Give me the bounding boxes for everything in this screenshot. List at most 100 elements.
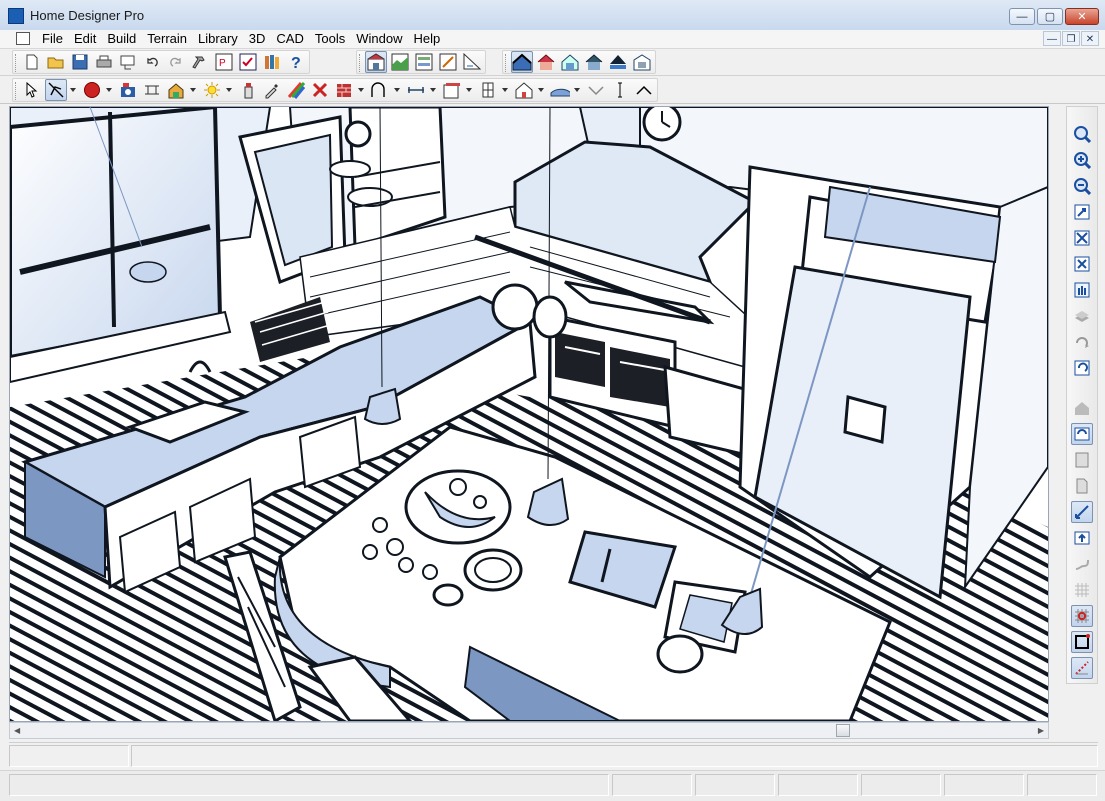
paint-sprayer-button[interactable] xyxy=(237,79,259,101)
arc-line-dropdown[interactable] xyxy=(393,79,401,101)
doc-restore-button[interactable]: ❐ xyxy=(1062,31,1080,46)
zoom-button[interactable] xyxy=(1071,123,1093,145)
scroll-left-icon[interactable]: ◀ xyxy=(14,726,20,735)
image-insert-button[interactable] xyxy=(165,79,187,101)
dimension-button[interactable] xyxy=(141,79,163,101)
print-preview-button[interactable] xyxy=(117,51,139,73)
doc-minimize-button[interactable]: — xyxy=(1043,31,1061,46)
select-objects-button[interactable] xyxy=(21,79,43,101)
open-button[interactable] xyxy=(45,51,67,73)
toolbar-grip[interactable] xyxy=(359,54,362,72)
snap-point-button[interactable] xyxy=(1071,631,1093,653)
menu-cad[interactable]: CAD xyxy=(272,31,307,47)
measure-button[interactable] xyxy=(405,79,427,101)
undo-button[interactable] xyxy=(141,51,163,73)
minimize-button[interactable]: — xyxy=(1009,8,1035,25)
menu-terrain[interactable]: Terrain xyxy=(143,31,191,47)
fill-window-button[interactable] xyxy=(1071,227,1093,249)
elevation-view-button[interactable] xyxy=(413,51,435,73)
new-file-button[interactable] xyxy=(21,51,43,73)
toolbar-grip[interactable] xyxy=(505,54,508,72)
delete-object-button[interactable] xyxy=(309,79,331,101)
doc-close-button[interactable]: ✕ xyxy=(1081,31,1099,46)
menu-window[interactable]: Window xyxy=(352,31,406,47)
document-menu-icon[interactable] xyxy=(16,32,30,45)
measure-dropdown[interactable] xyxy=(429,79,437,101)
cabinet-dropdown[interactable] xyxy=(465,79,473,101)
library-button[interactable] xyxy=(261,51,283,73)
edit-tool-button[interactable] xyxy=(45,79,67,101)
materials-list-button[interactable] xyxy=(631,51,653,73)
menu-file[interactable]: File xyxy=(38,31,67,47)
maximize-button[interactable]: ▢ xyxy=(1037,8,1063,25)
house-dropdown[interactable] xyxy=(537,79,545,101)
build-tool-button[interactable] xyxy=(189,51,211,73)
menu-3d[interactable]: 3D xyxy=(245,31,270,47)
edit-tool-dropdown[interactable] xyxy=(69,79,77,101)
menu-tools[interactable]: Tools xyxy=(311,31,349,47)
brick-wall-button[interactable] xyxy=(333,79,355,101)
sun-light-button[interactable] xyxy=(201,79,223,101)
toolbar-grip[interactable] xyxy=(15,54,18,72)
page-button[interactable] xyxy=(1071,449,1093,471)
menu-build[interactable]: Build xyxy=(103,31,140,47)
spring-button[interactable] xyxy=(1071,553,1093,575)
roof-overview-button[interactable] xyxy=(607,51,629,73)
house-view-button[interactable] xyxy=(1071,397,1093,419)
scrollbar-thumb[interactable] xyxy=(836,724,850,737)
layout-view-button[interactable] xyxy=(437,51,459,73)
menu-library[interactable]: Library xyxy=(194,31,242,47)
redo-button[interactable] xyxy=(165,51,187,73)
scroll-right-icon[interactable]: ▶ xyxy=(1038,726,1044,735)
chevron-down-button[interactable] xyxy=(585,79,607,101)
perspective-house-button[interactable] xyxy=(583,51,605,73)
zoom-out-button[interactable] xyxy=(1071,175,1093,197)
save-button[interactable] xyxy=(69,51,91,73)
horizontal-scrollbar[interactable]: ◀ ▶ xyxy=(9,722,1049,739)
circle-object-button[interactable] xyxy=(81,79,103,101)
up-arrow-button[interactable] xyxy=(1071,527,1093,549)
cross-section-button[interactable] xyxy=(559,51,581,73)
cursor-line-button[interactable] xyxy=(609,79,631,101)
menu-help[interactable]: Help xyxy=(409,31,444,47)
floor-plan-view-button[interactable] xyxy=(365,51,387,73)
camera-button[interactable] xyxy=(117,79,139,101)
house-tool-button[interactable] xyxy=(513,79,535,101)
undo-view-button[interactable] xyxy=(1071,357,1093,379)
arc-line-button[interactable] xyxy=(369,79,391,101)
layer-button[interactable] xyxy=(1071,305,1093,327)
zoom-in-button[interactable] xyxy=(1071,149,1093,171)
line-tool-button[interactable] xyxy=(1071,501,1093,523)
refresh-view-button[interactable] xyxy=(1071,423,1093,445)
cabinet-button[interactable] xyxy=(441,79,463,101)
zoom-box-button[interactable] xyxy=(1071,201,1093,223)
snap-angle-button[interactable] xyxy=(1071,657,1093,679)
toolbar-grip[interactable] xyxy=(15,82,18,100)
pan-button[interactable] xyxy=(1071,279,1093,301)
window-tool-button[interactable] xyxy=(477,79,499,101)
material-palette-button[interactable] xyxy=(285,79,307,101)
document-button[interactable] xyxy=(1071,475,1093,497)
window-dropdown[interactable] xyxy=(501,79,509,101)
image-insert-dropdown[interactable] xyxy=(189,79,197,101)
grid-button[interactable] xyxy=(1071,579,1093,601)
wall-dropdown[interactable] xyxy=(357,79,365,101)
terrain-view-button[interactable] xyxy=(389,51,411,73)
plan-layout-button[interactable]: P xyxy=(213,51,235,73)
3d-camera-view[interactable] xyxy=(9,106,1049,722)
circle-object-dropdown[interactable] xyxy=(105,79,113,101)
menu-edit[interactable]: Edit xyxy=(70,31,100,47)
exterior-house-button[interactable] xyxy=(535,51,557,73)
close-button[interactable]: ✕ xyxy=(1065,8,1099,25)
terrain-dropdown[interactable] xyxy=(573,79,581,101)
fit-screen-button[interactable] xyxy=(1071,253,1093,275)
help-button[interactable]: ? xyxy=(285,51,307,73)
print-button[interactable] xyxy=(93,51,115,73)
checklist-button[interactable] xyxy=(237,51,259,73)
terrain-tool-button[interactable] xyxy=(549,79,571,101)
kitchen-rendering[interactable] xyxy=(10,107,1048,721)
rotate-button[interactable] xyxy=(1071,331,1093,353)
snap-grid-button[interactable] xyxy=(1071,605,1093,627)
sun-light-dropdown[interactable] xyxy=(225,79,233,101)
cad-view-button[interactable] xyxy=(461,51,483,73)
